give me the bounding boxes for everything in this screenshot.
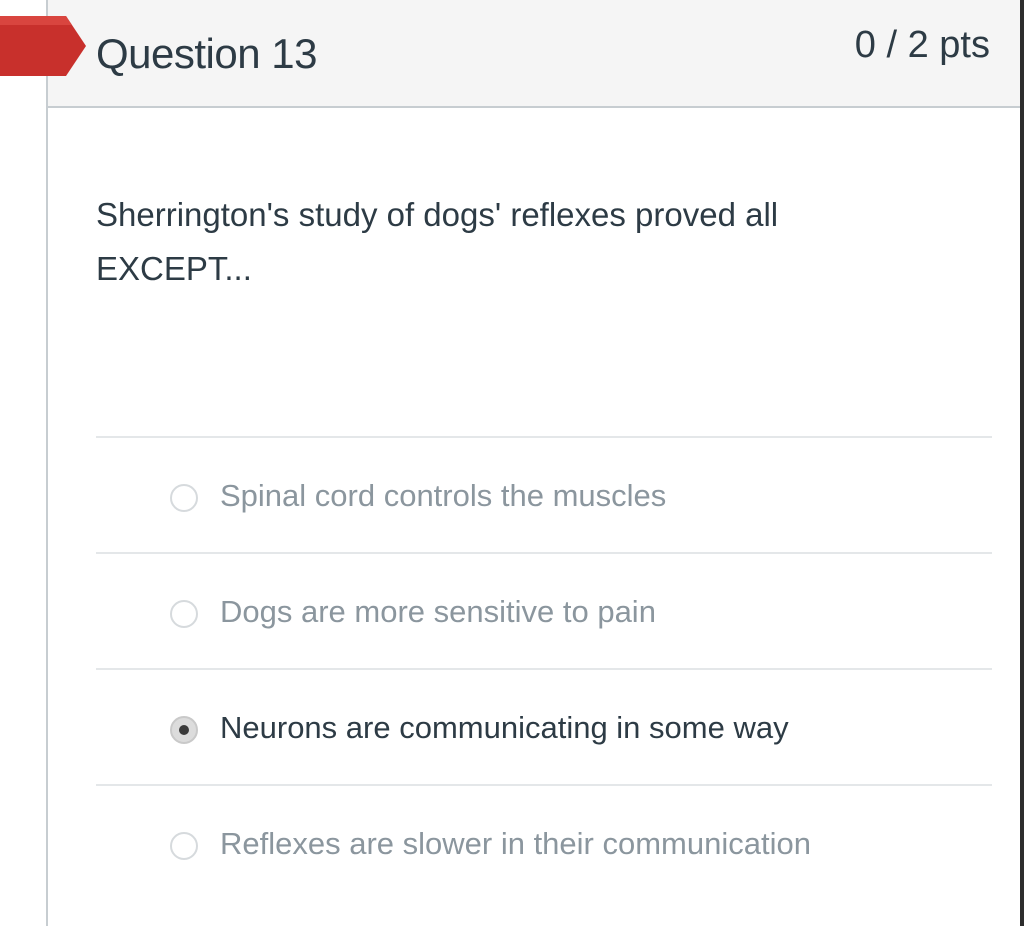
answer-option[interactable]: Spinal cord controls the muscles xyxy=(96,436,992,552)
answer-option-selected[interactable]: Neurons are communicating in some way xyxy=(96,668,992,784)
quiz-page: Question 13 0 / 2 pts Sherrington's stud… xyxy=(0,0,1024,926)
left-gutter-divider xyxy=(46,0,48,926)
answer-option[interactable]: Reflexes are slower in their communicati… xyxy=(96,784,992,900)
right-edge-border xyxy=(1020,0,1024,926)
question-points: 0 / 2 pts xyxy=(854,24,990,66)
radio-button-icon[interactable] xyxy=(170,600,198,628)
answer-list: Spinal cord controls the muscles Dogs ar… xyxy=(96,436,992,900)
answer-label: Neurons are communicating in some way xyxy=(220,710,789,745)
answer-label: Dogs are more sensitive to pain xyxy=(220,594,656,629)
answer-label: Spinal cord controls the muscles xyxy=(220,478,667,513)
answer-label: Reflexes are slower in their communicati… xyxy=(220,826,811,861)
question-text: Sherrington's study of dogs' reflexes pr… xyxy=(96,196,779,287)
incorrect-flag-icon xyxy=(0,16,86,76)
question-title: Question 13 xyxy=(96,30,318,77)
radio-button-icon[interactable] xyxy=(170,484,198,512)
question-header: Question 13 0 / 2 pts xyxy=(48,0,1020,108)
answer-option[interactable]: Dogs are more sensitive to pain xyxy=(96,552,992,668)
radio-button-icon[interactable] xyxy=(170,832,198,860)
radio-button-selected-icon[interactable] xyxy=(170,716,198,744)
